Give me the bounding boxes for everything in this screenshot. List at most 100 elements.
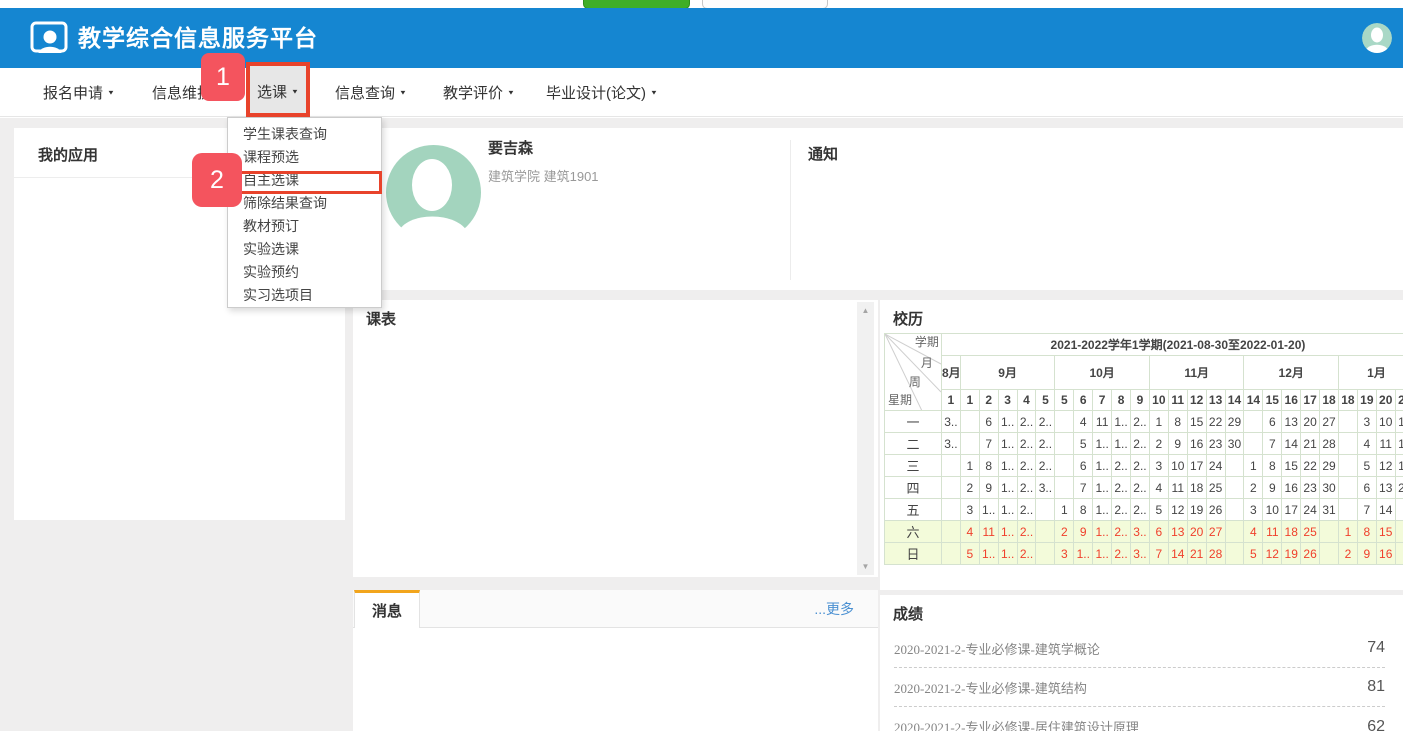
divider [790,140,791,280]
chevron-down-icon: ▼ [507,88,515,95]
date-cell [1225,477,1244,499]
week-number-cell: 12 [1187,390,1206,411]
date-cell: 1.. [998,521,1017,543]
calendar-day-row-三: 三181..2..2..61..2..2..310172418152229512… [885,455,1403,477]
step-2-badge: 2 [192,153,242,207]
grade-row: 2020-2021-2-专业必修课-建筑结构81 [894,668,1385,707]
date-cell: 1.. [979,543,998,565]
date-cell: 29 [1225,411,1244,433]
dropdown-item-实验预约[interactable]: 实验预约 [228,261,381,284]
date-cell: 16 [1282,477,1301,499]
dropdown-item-实验选课[interactable]: 实验选课 [228,238,381,261]
dropdown-item-筛除结果查询[interactable]: 筛除结果查询 [228,192,381,215]
date-cell: 1 [960,455,979,477]
student-dept-class: 建筑学院 建筑1901 [488,166,599,185]
nav-item-报名申请[interactable]: 报名申请▼ [43,68,115,116]
week-number-cell: 5 [1055,390,1074,411]
date-cell: 2.. [1131,455,1150,477]
date-cell: 2.. [1017,521,1036,543]
date-cell: 5 [1149,499,1168,521]
date-cell [1055,455,1074,477]
day-label: 五 [885,499,942,521]
date-cell: 17 [1395,411,1403,433]
week-number-cell: 1 [960,390,979,411]
date-cell: 29 [1320,455,1339,477]
month-cell-10月: 10月 [1055,356,1150,390]
date-cell: 8 [1263,455,1282,477]
dropdown-item-教材预订[interactable]: 教材预订 [228,215,381,238]
page: 教学综合信息服务平台 报名申请▼信息维护选课▼信息查询▼教学评价▼毕业设计(论文… [0,0,1403,731]
nav-item-label: 报名申请 [43,82,103,103]
month-cell-11月: 11月 [1149,356,1244,390]
date-cell: 16 [1187,433,1206,455]
week-number-cell: 3 [998,390,1017,411]
week-number-cell: 9 [1131,390,1150,411]
nav-item-教学评价[interactable]: 教学评价▼ [443,68,515,116]
messages-tabstrip: 消息 ...更多 [353,590,878,628]
week-number-cell: 6 [1074,390,1093,411]
day-label: 日 [885,543,942,565]
date-cell: 30 [1225,433,1244,455]
date-cell: 1 [1149,411,1168,433]
timetable-scrollbar[interactable]: ▲ ▼ [857,302,874,575]
week-number-cell: 16 [1282,390,1301,411]
date-cell: 1 [1338,521,1357,543]
date-cell: 26 [1301,543,1320,565]
date-cell: 1.. [979,499,998,521]
app-logo-icon [30,19,68,57]
day-label: 一 [885,411,942,433]
nav-item-label: 选课 [257,81,287,102]
date-cell: 2 [1244,477,1263,499]
date-cell: 1.. [1093,543,1112,565]
nav-item-信息查询[interactable]: 信息查询▼ [335,68,407,116]
date-cell: 9 [1168,433,1187,455]
date-cell: 6 [1263,411,1282,433]
date-cell: 6 [1357,477,1376,499]
date-cell: 7 [1263,433,1282,455]
dropdown-item-实习选项目[interactable]: 实习选项目 [228,284,381,307]
date-cell [1338,499,1357,521]
date-cell: 20 [1187,521,1206,543]
week-number-cell: 1 [941,390,960,411]
tab-messages[interactable]: 消息 [354,590,420,628]
scroll-down-icon[interactable]: ▼ [857,558,874,575]
date-cell: 3.. [941,433,960,455]
date-cell [960,433,979,455]
date-cell: 9 [979,477,998,499]
date-cell: 2 [1149,433,1168,455]
month-cell-12月: 12月 [1244,356,1339,390]
app-title: 教学综合信息服务平台 [78,8,318,68]
more-link[interactable]: ...更多 [814,599,854,619]
date-cell: 11 [979,521,998,543]
dropdown-item-课程预选[interactable]: 课程预选 [228,146,381,169]
date-cell: 11 [1168,477,1187,499]
nav-item-毕业设计(论文)[interactable]: 毕业设计(论文)▼ [546,68,658,116]
date-cell [1055,477,1074,499]
date-cell: 3.. [941,411,960,433]
date-cell: 2 [1055,521,1074,543]
dropdown-item-自主选课[interactable]: 自主选课 [228,169,381,192]
date-cell [1036,521,1055,543]
date-cell: 2.. [1017,433,1036,455]
date-cell: 4 [1244,521,1263,543]
date-cell: 13 [1168,521,1187,543]
school-calendar-panel: 校历 学期月周星期2021-2022学年1学期(2021-08-30至2022-… [880,300,1403,590]
date-cell: 12 [1168,499,1187,521]
date-cell: 6 [1149,521,1168,543]
date-cell: 1.. [998,543,1017,565]
date-cell: 1.. [1093,477,1112,499]
date-cell: 3.. [1036,477,1055,499]
date-cell: 7 [1149,543,1168,565]
dropdown-item-学生课表查询[interactable]: 学生课表查询 [228,123,381,146]
week-number-cell: 18 [1320,390,1339,411]
profile-avatar [386,145,481,240]
user-avatar-icon[interactable] [1362,23,1392,53]
date-cell: 24 [1301,499,1320,521]
day-label: 六 [885,521,942,543]
nav-item-选课[interactable]: 选课▼ [246,66,310,116]
date-cell [1225,455,1244,477]
date-cell: 2.. [1131,477,1150,499]
date-cell [1225,499,1244,521]
scroll-up-icon[interactable]: ▲ [857,302,874,319]
month-cell-9月: 9月 [960,356,1055,390]
